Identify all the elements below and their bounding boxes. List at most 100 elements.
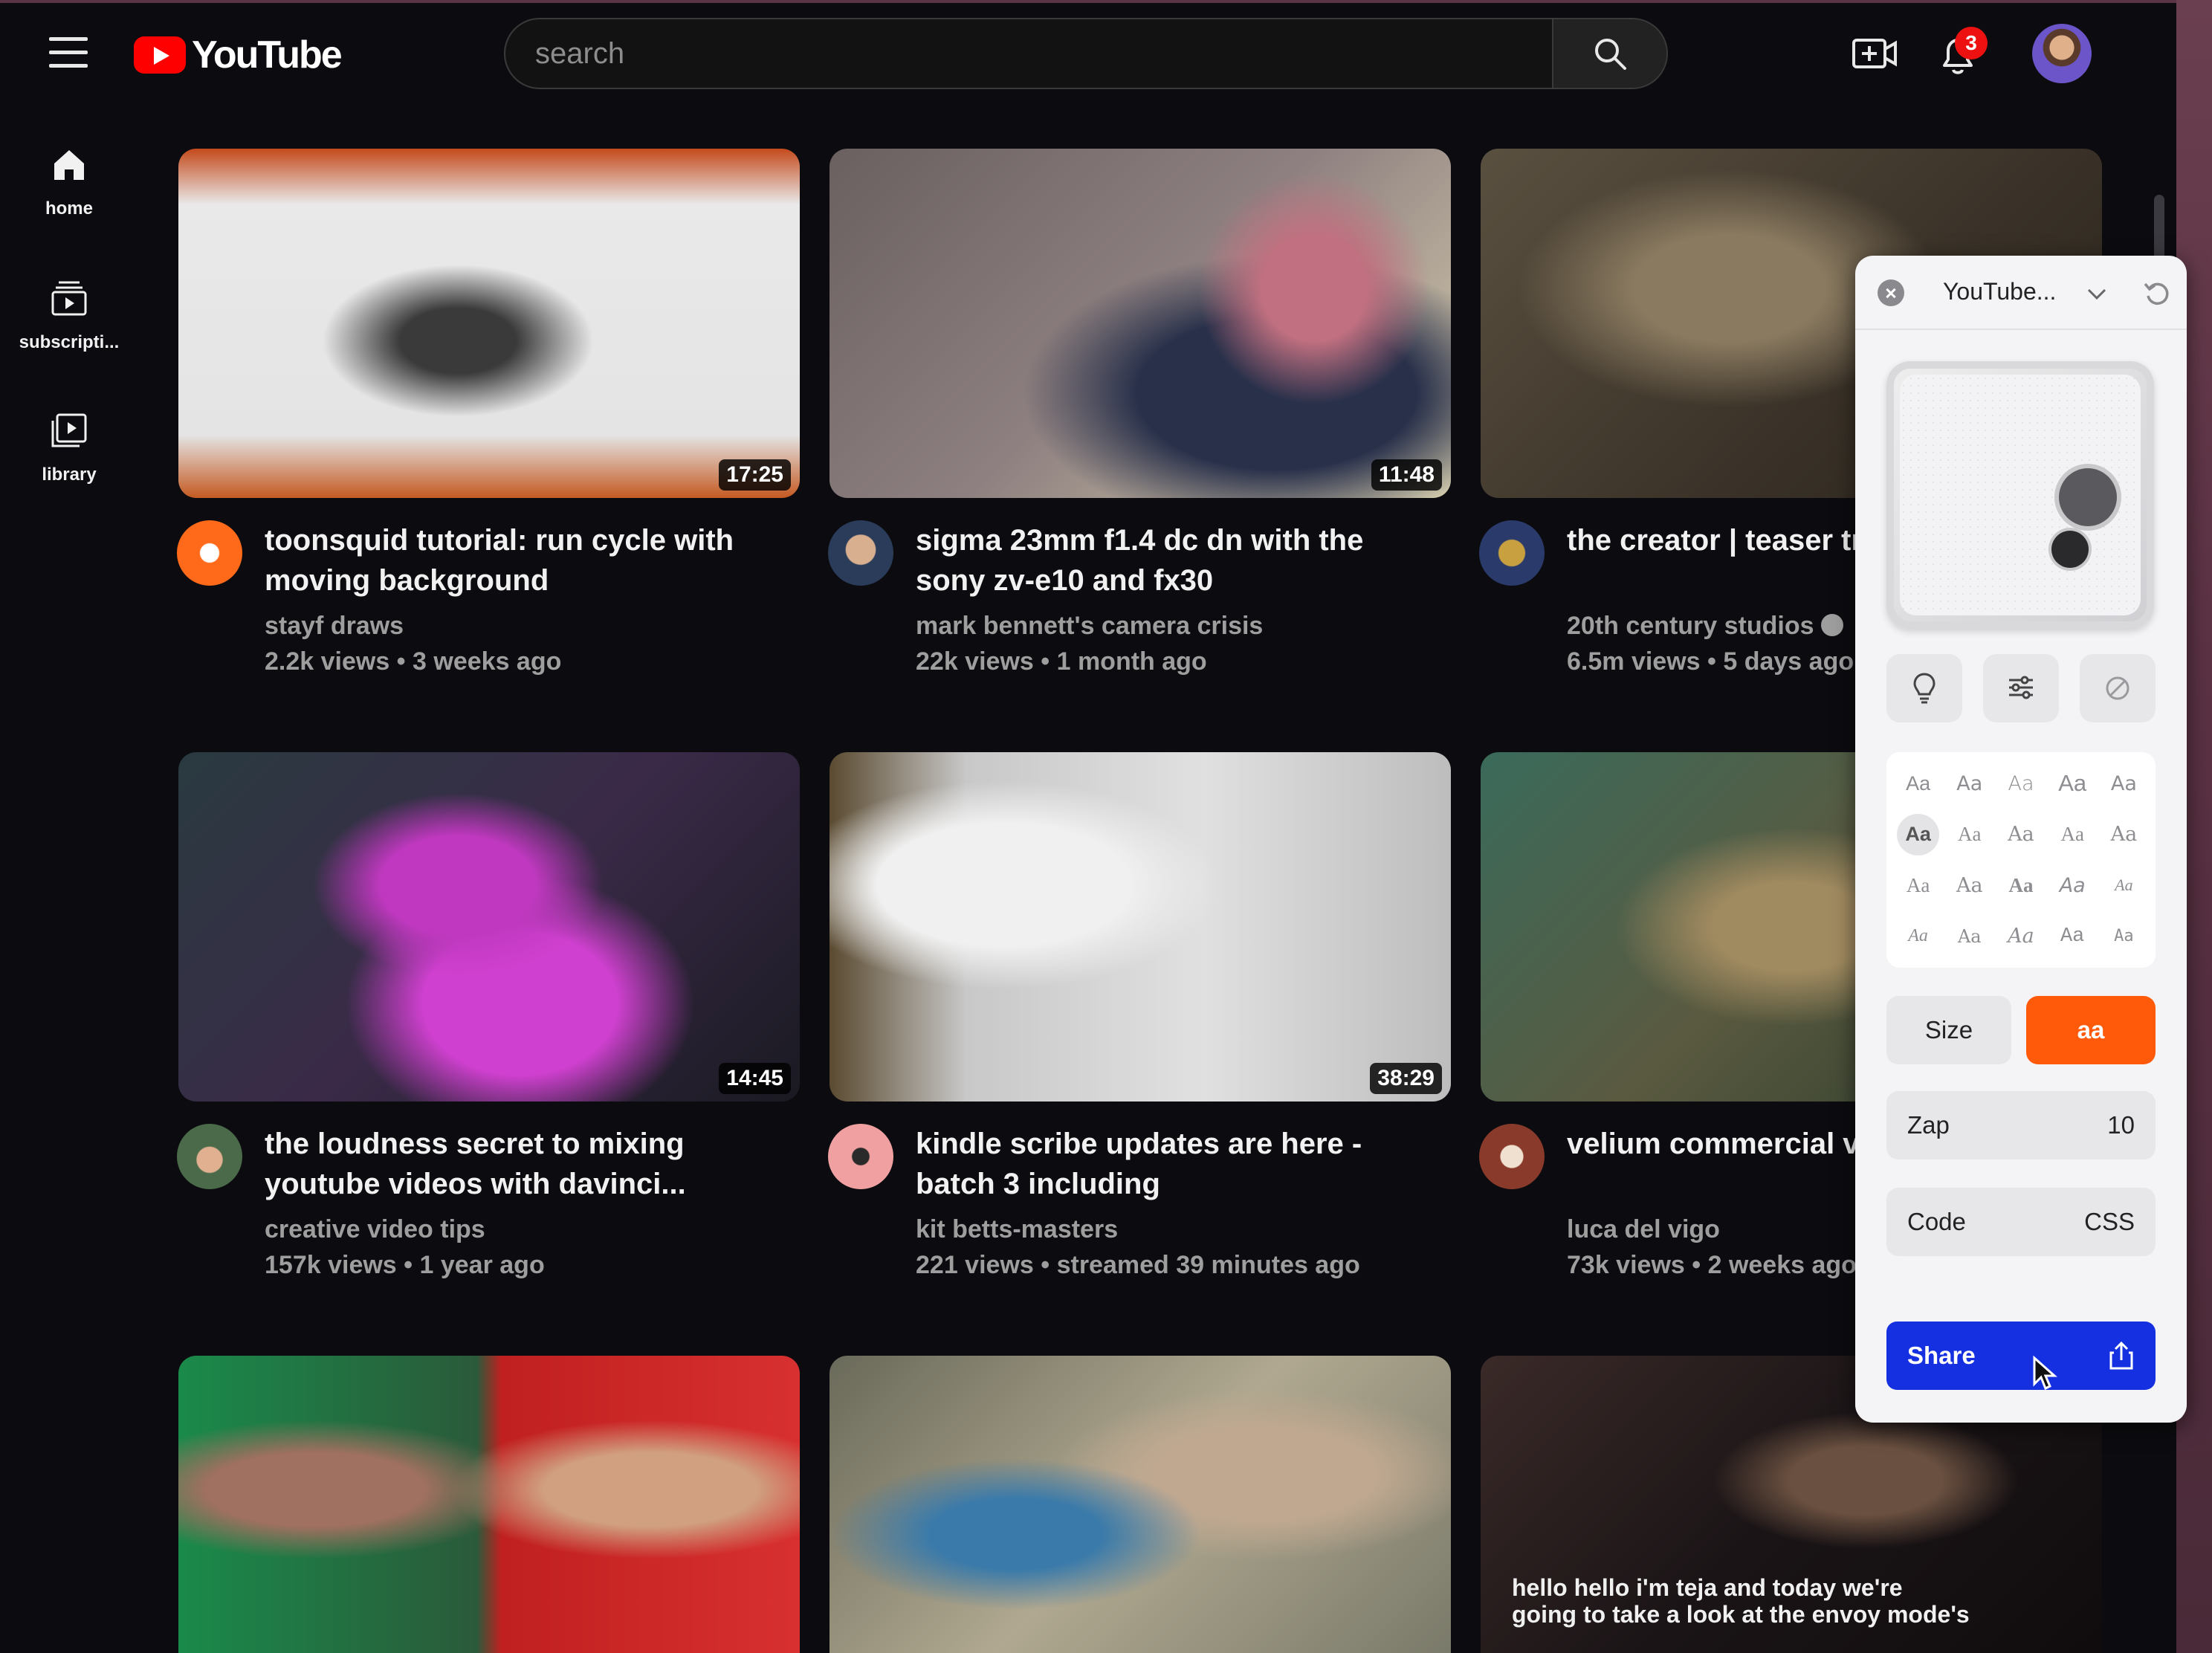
font-option[interactable]: Aa xyxy=(1995,809,2046,861)
video-title[interactable]: kindle scribe updates are here - batch 3… xyxy=(916,1124,1421,1204)
font-option[interactable]: Aa xyxy=(1892,860,1944,911)
video-caption: hello hello i'm teja and today we're goi… xyxy=(1512,1574,1970,1628)
font-option[interactable]: Aa xyxy=(2047,860,2098,911)
font-option[interactable]: Aa xyxy=(2047,911,2098,963)
video-thumbnail[interactable]: 17:25 xyxy=(178,149,800,498)
adjustments-button[interactable] xyxy=(1983,654,2059,722)
sidebar-item-home[interactable]: home xyxy=(0,146,138,219)
lightbulb-icon xyxy=(1913,673,1936,704)
search-input[interactable]: search xyxy=(505,19,1552,88)
notification-badge: 3 xyxy=(1955,27,1988,59)
font-option[interactable]: Aa xyxy=(1944,860,1995,911)
chevron-down-icon[interactable] xyxy=(2086,282,2108,305)
video-thumbnail[interactable] xyxy=(830,1356,1451,1653)
disable-button[interactable] xyxy=(2080,654,2156,722)
channel-name[interactable]: mark bennett's camera crisis xyxy=(916,608,1263,644)
channel-name[interactable]: 20th century studios xyxy=(1567,608,1843,644)
create-video-icon[interactable] xyxy=(1851,31,1898,76)
font-option[interactable]: Aa xyxy=(1944,809,1995,861)
font-option[interactable]: Aa xyxy=(1892,911,1944,963)
video-title[interactable]: the loudness secret to mixing youtube vi… xyxy=(265,1124,770,1204)
channel-avatar[interactable] xyxy=(1479,1124,1545,1189)
home-icon xyxy=(54,150,84,180)
font-option[interactable]: Aa xyxy=(1944,911,1995,963)
account-avatar[interactable] xyxy=(2032,24,2092,83)
caption-line: going to take a look at the envoy mode's xyxy=(1512,1601,1970,1628)
close-icon[interactable] xyxy=(1878,279,1904,306)
search-button[interactable] xyxy=(1552,19,1666,88)
case-toggle-button[interactable]: aa xyxy=(2026,996,2156,1064)
video-duration: 17:25 xyxy=(719,459,791,491)
video-thumbnail[interactable] xyxy=(178,1356,800,1653)
video-stats: 22k views • 1 month ago xyxy=(916,647,1207,676)
channel-avatar[interactable] xyxy=(828,520,893,586)
font-option[interactable]: Aa xyxy=(2098,911,2150,963)
color-knob-secondary[interactable] xyxy=(2051,531,2089,568)
font-option[interactable]: Aa xyxy=(1995,758,2046,809)
code-label: Code xyxy=(1907,1208,1966,1235)
channel-name[interactable]: stayf draws xyxy=(265,608,404,644)
video-title[interactable]: velium commercial v a7iii | 4k cinematic xyxy=(1567,1124,1857,1164)
video-duration: 11:48 xyxy=(1371,459,1442,491)
color-knob-primary[interactable] xyxy=(2059,468,2117,526)
font-option[interactable]: Aa xyxy=(1995,860,2046,911)
font-option[interactable]: Aa xyxy=(1892,758,1944,809)
channel-name[interactable]: creative video tips xyxy=(265,1212,485,1247)
video-stats: 2.2k views • 3 weeks ago xyxy=(265,647,562,676)
site-selector[interactable]: YouTube... xyxy=(1943,278,2056,305)
font-option[interactable]: Aa xyxy=(1944,758,1995,809)
zap-control[interactable]: Zap 10 xyxy=(1886,1091,2156,1159)
block-icon xyxy=(2106,676,2129,700)
lightbulb-button[interactable] xyxy=(1886,654,1962,722)
video-stats: 221 views • streamed 39 minutes ago xyxy=(916,1251,1360,1279)
font-option-selected[interactable]: Aa xyxy=(1897,813,1940,855)
site-label: YouTube... xyxy=(1943,278,2057,305)
channel-avatar[interactable] xyxy=(828,1124,893,1189)
search-icon xyxy=(1595,39,1626,70)
channel-name-text: 20th century studios xyxy=(1567,612,1814,640)
video-title[interactable]: sigma 23mm f1.4 dc dn with the sony zv-e… xyxy=(916,520,1421,601)
search-bar: search xyxy=(504,18,1668,89)
size-label: Size xyxy=(1924,1016,1973,1044)
video-thumbnail[interactable]: 11:48 xyxy=(830,149,1451,498)
video-title[interactable]: the creator | teaser tr century studios xyxy=(1567,520,1857,560)
font-picker-grid: Aa Aa Aa Aa Aa Aa Aa Aa Aa Aa Aa Aa Aa A… xyxy=(1886,752,2156,968)
sidebar-item-subscriptions[interactable]: subscripti... xyxy=(0,279,138,353)
font-option[interactable]: Aa xyxy=(1995,911,2046,963)
video-thumbnail[interactable]: 38:29 xyxy=(830,752,1451,1102)
channel-avatar[interactable] xyxy=(177,520,242,586)
font-option[interactable]: Aa xyxy=(2047,758,2098,809)
video-thumbnail[interactable]: 14:45 xyxy=(178,752,800,1102)
zap-label: Zap xyxy=(1907,1111,1950,1139)
youtube-play-icon xyxy=(134,36,186,74)
video-title[interactable]: toonsquid tutorial: run cycle with movin… xyxy=(265,520,770,601)
sidebar-label-home: home xyxy=(45,198,93,219)
font-option[interactable]: Aa xyxy=(2098,809,2150,861)
share-icon xyxy=(2109,1341,2133,1370)
share-label: Share xyxy=(1907,1342,1976,1369)
size-button[interactable]: Size xyxy=(1886,996,2011,1064)
font-option[interactable]: Aa xyxy=(2098,860,2150,911)
sidebar-label-library: library xyxy=(42,465,97,485)
sliders-icon xyxy=(2009,676,2033,699)
font-option[interactable]: Aa xyxy=(2047,809,2098,861)
channel-name[interactable]: luca del vigo xyxy=(1567,1212,1720,1247)
color-preview-pad[interactable] xyxy=(1886,361,2154,629)
video-stats: 73k views • 2 weeks ago xyxy=(1567,1251,1857,1279)
case-value: aa xyxy=(2077,1016,2105,1044)
share-button[interactable]: Share xyxy=(1886,1322,2156,1390)
channel-name[interactable]: kit betts-masters xyxy=(916,1212,1118,1247)
code-control[interactable]: Code CSS xyxy=(1886,1188,2156,1256)
library-icon xyxy=(51,413,87,447)
channel-avatar[interactable] xyxy=(177,1124,242,1189)
sidebar-item-library[interactable]: library xyxy=(0,412,138,485)
font-option[interactable]: Aa xyxy=(2098,758,2150,809)
code-value: CSS xyxy=(2084,1208,2135,1235)
channel-avatar[interactable] xyxy=(1479,520,1545,586)
youtube-logo[interactable]: YouTube xyxy=(134,33,343,77)
video-duration: 38:29 xyxy=(1370,1063,1442,1094)
reset-icon[interactable] xyxy=(2142,278,2172,308)
sidebar-label-subscriptions: subscripti... xyxy=(19,332,120,352)
video-stats: 6.5m views • 5 days ago xyxy=(1567,647,1854,676)
menu-icon[interactable] xyxy=(49,37,88,68)
